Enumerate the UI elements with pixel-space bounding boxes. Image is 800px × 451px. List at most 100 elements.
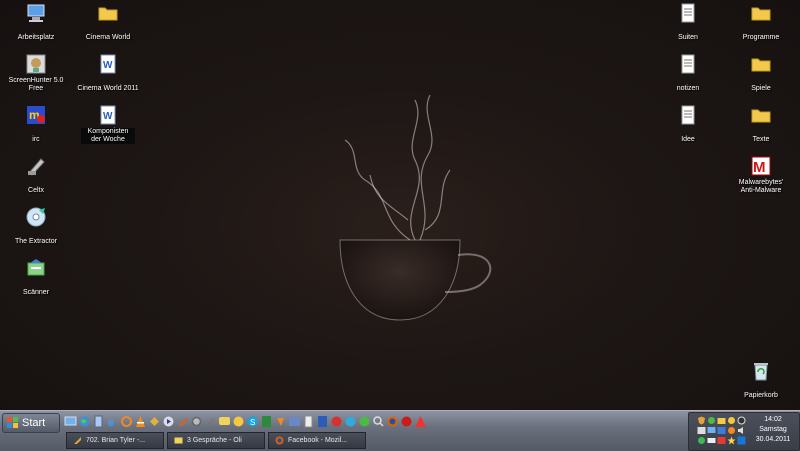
desktop-icon-programme[interactable]: Programme	[726, 2, 796, 44]
desktop-icon-notizen[interactable]: notizen	[653, 53, 723, 95]
text-doc-icon	[681, 105, 695, 125]
icon-label: Papierkorb	[744, 392, 778, 399]
quicklaunch-smiley-icon[interactable]	[232, 415, 245, 428]
quicklaunch-refresh-icon[interactable]	[120, 415, 133, 428]
quicklaunch-tool-icon[interactable]	[176, 415, 189, 428]
icon-label: Programme	[742, 34, 780, 41]
icon-label: Idee	[681, 136, 695, 143]
tray-power-icon[interactable]	[737, 416, 746, 425]
desktop-icon-scanner[interactable]: Scänner	[1, 257, 71, 299]
task-label: 702. Brian Tyler -...	[86, 437, 146, 444]
tray-security-icon[interactable]	[717, 436, 726, 445]
quicklaunch-green-icon[interactable]	[358, 415, 371, 428]
quicklaunch-opera-icon[interactable]	[400, 415, 413, 428]
desktop-icon-the-extractor[interactable]: The Extractor	[1, 206, 71, 248]
app-icon	[74, 437, 81, 444]
start-label: Start	[22, 417, 46, 429]
desktop-icon-texte[interactable]: Texte	[726, 104, 796, 146]
desktop-icon-komponisten[interactable]: W Komponisten der Woche	[73, 104, 143, 146]
clock-time: 14:02	[764, 416, 782, 423]
icon-label: Cinema World 2011	[77, 85, 139, 92]
irc-icon: m	[27, 106, 45, 124]
quicklaunch-gear-icon[interactable]	[190, 415, 203, 428]
icon-label: notizen	[676, 85, 700, 92]
icon-label: irc	[32, 136, 40, 143]
tray-monitor-icon[interactable]	[707, 426, 716, 435]
taskbar-button-facebook[interactable]: Facebook - Mozil...	[268, 432, 366, 449]
quicklaunch-search-icon[interactable]	[372, 415, 385, 428]
icon-label: Komponisten der Woche	[81, 128, 135, 144]
desktop-icon-cinema-world[interactable]: Cinema World	[73, 2, 143, 44]
tray-folder-icon[interactable]	[717, 416, 726, 425]
desktop-icon-suiten[interactable]: Suiten	[653, 2, 723, 44]
quicklaunch-skype-icon[interactable]: S	[246, 415, 259, 428]
tray-music-icon[interactable]	[727, 426, 736, 435]
start-button[interactable]: Start	[2, 413, 60, 433]
tray-update-icon[interactable]	[717, 426, 726, 435]
quicklaunch-show-desktop-icon[interactable]	[64, 415, 77, 428]
taskbar-task-list: 702. Brian Tyler -... 3 Gespräche - Oli …	[66, 432, 366, 449]
icon-label: ScreenHunter 5.0 Free	[8, 77, 64, 92]
tray-chat-icon[interactable]	[727, 416, 736, 425]
tray-green-icon[interactable]	[697, 436, 706, 445]
svg-text:M: M	[753, 159, 766, 176]
desktop-icon-cinema-world-2011[interactable]: W Cinema World 2011	[73, 53, 143, 95]
tray-clock[interactable]: 14:02 Samstag 30.04.2011	[751, 415, 795, 445]
tray-shield-icon[interactable]	[697, 416, 706, 425]
folder-icon	[98, 7, 118, 21]
svg-text:W: W	[103, 111, 113, 122]
task-label: Facebook - Mozil...	[288, 437, 348, 444]
celtx-icon	[28, 158, 45, 176]
desktop-icon-papierkorb[interactable]: Papierkorb	[726, 360, 796, 402]
desktop-icon-arbeitsplatz[interactable]: Arbeitsplatz	[1, 2, 71, 44]
tray-mail-icon[interactable]	[707, 436, 716, 445]
quicklaunch-chat-icon[interactable]	[218, 415, 231, 428]
quicklaunch-excel-icon[interactable]	[260, 415, 273, 428]
icon-label: Cinema World	[85, 34, 131, 41]
quick-launch-bar: e S	[64, 415, 427, 429]
taskbar-button-gespraeche[interactable]: 3 Gespräche - Oli	[167, 432, 265, 449]
quicklaunch-ie-icon[interactable]: e	[106, 415, 119, 428]
quicklaunch-photo-icon[interactable]	[288, 415, 301, 428]
clock-day: Samstag	[759, 426, 787, 433]
tray-volume-icon[interactable]	[737, 426, 746, 435]
quicklaunch-app2-icon[interactable]	[148, 415, 161, 428]
folder-icon	[751, 7, 771, 21]
quicklaunch-media-icon[interactable]	[162, 415, 175, 428]
tray-star-icon[interactable]	[727, 436, 736, 445]
quicklaunch-firefox-icon[interactable]	[386, 415, 399, 428]
desktop-icon-screenhunter[interactable]: ScreenHunter 5.0 Free	[1, 53, 71, 95]
tray-app-icon[interactable]	[697, 426, 706, 435]
quicklaunch-winamp-icon[interactable]	[274, 415, 287, 428]
screenhunter-icon	[26, 54, 46, 74]
quicklaunch-vlc-icon[interactable]	[134, 415, 147, 428]
icon-label: Malwarebytes' Anti-Malware	[738, 179, 784, 194]
quicklaunch-globe-icon[interactable]	[78, 415, 91, 428]
task-label: 3 Gespräche - Oli	[187, 437, 242, 444]
quicklaunch-record-icon[interactable]	[330, 415, 343, 428]
svg-text:S: S	[250, 418, 255, 427]
malwarebytes-icon: M	[751, 156, 771, 176]
quicklaunch-app-icon[interactable]	[92, 415, 105, 428]
desktop-icon-idee[interactable]: Idee	[653, 104, 723, 146]
icon-label: Celtx	[28, 187, 44, 194]
taskbar-button-brian-tyler[interactable]: 702. Brian Tyler -...	[66, 432, 164, 449]
quicklaunch-network-icon[interactable]	[344, 415, 357, 428]
folder-icon	[751, 58, 771, 72]
quicklaunch-doc-icon[interactable]	[302, 415, 315, 428]
scanner-icon	[27, 259, 45, 276]
tray-bluetooth-icon[interactable]	[737, 436, 746, 445]
tray-network-icon[interactable]	[707, 416, 716, 425]
desktop-icon-malwarebytes[interactable]: M Malwarebytes' Anti-Malware	[726, 155, 796, 197]
svg-text:e: e	[108, 417, 114, 428]
desktop-icon-spiele[interactable]: Spiele	[726, 53, 796, 95]
word-doc-icon: W	[100, 54, 116, 74]
desktop-icon-irc[interactable]: m irc	[1, 104, 71, 146]
quicklaunch-warning-icon[interactable]	[414, 415, 427, 428]
quicklaunch-word-icon[interactable]	[316, 415, 329, 428]
desktop[interactable]: Arbeitsplatz ScreenHunter 5.0 Free m irc…	[0, 0, 800, 410]
quicklaunch-pen-icon[interactable]	[204, 415, 217, 428]
cd-icon	[26, 207, 46, 227]
desktop-icon-celtx[interactable]: Celtx	[1, 155, 71, 197]
icon-label: Suiten	[678, 34, 698, 41]
